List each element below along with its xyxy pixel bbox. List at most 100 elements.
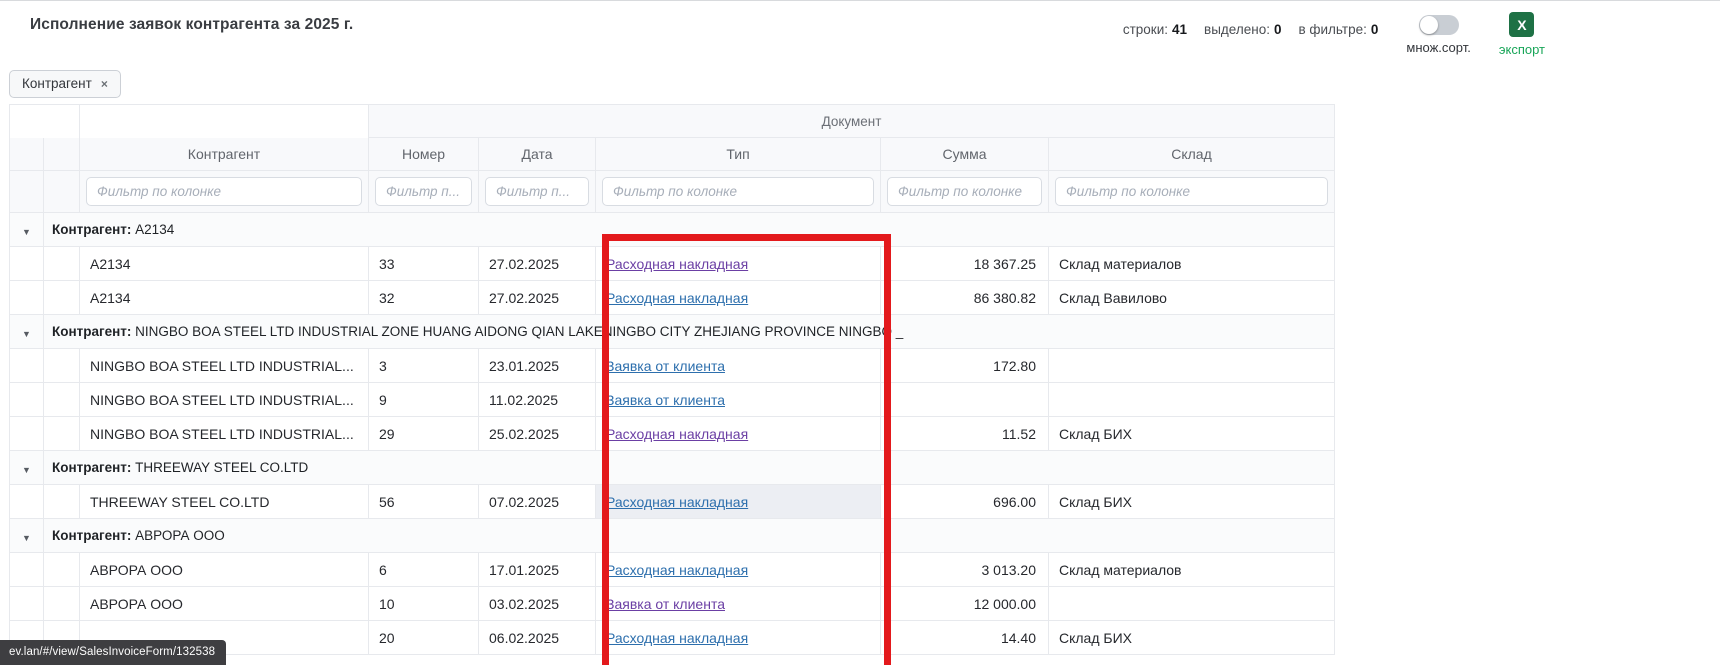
cell-summa: 172.80 <box>881 349 1049 383</box>
cell-nomer: 10 <box>369 587 479 621</box>
column-header-data[interactable]: Дата <box>479 138 596 171</box>
table-row: АВРОРА ООО617.01.2025Расходная накладная… <box>10 553 1335 587</box>
cell-kontragent: THREEWAY STEEL CO.LTD <box>80 485 369 519</box>
row-select-cell[interactable] <box>44 383 80 417</box>
group-label-value: THREEWAY STEEL CO.LTD <box>135 460 308 475</box>
export-label: экспорт <box>1499 42 1545 57</box>
filter-row <box>10 171 1335 213</box>
group-expand-button[interactable]: ▼ <box>10 213 44 247</box>
table-row: THREEWAY STEEL CO.LTD5607.02.2025 Расходн… <box>10 485 1335 519</box>
top-bar: Исполнение заявок контрагента за 2025 г.… <box>0 1 1720 57</box>
cell-nomer: 29 <box>369 417 479 451</box>
row-expand-cell <box>10 485 44 519</box>
cell-tip: Расходная накладная <box>596 247 881 281</box>
document-type-link[interactable]: Расходная накладная <box>606 290 748 306</box>
cell-summa: 86 380.82 <box>881 281 1049 315</box>
document-type-link[interactable]: Расходная накладная <box>606 256 748 272</box>
cell-kontragent: NINGBO BOA STEEL LTD INDUSTRIAL... <box>80 383 369 417</box>
cell-summa: 18 367.25 <box>881 247 1049 281</box>
cell-sklad <box>1049 349 1335 383</box>
toggle-switch-off[interactable] <box>1419 15 1459 35</box>
group-label: Контрагент: A2134 <box>44 213 1335 247</box>
filter-input-sklad[interactable] <box>1055 177 1328 206</box>
cell-nomer: 6 <box>369 553 479 587</box>
row-expand-cell <box>10 247 44 281</box>
close-icon[interactable]: × <box>101 78 108 90</box>
cell-tip: Заявка от клиента <box>596 349 881 383</box>
group-expand-button[interactable]: ▼ <box>10 451 44 485</box>
table-body: ▼Контрагент: A2134A21343327.02.2025Расхо… <box>10 213 1335 655</box>
cell-nomer: 9 <box>369 383 479 417</box>
status-url-tooltip: ev.lan/#/view/SalesInvoiceForm/132538 <box>0 640 226 665</box>
cell-kontragent: NINGBO BOA STEEL LTD INDUSTRIAL... <box>80 349 369 383</box>
table-row: АВРОРА ООО1003.02.2025Заявка от клиента1… <box>10 587 1335 621</box>
cell-summa <box>881 383 1049 417</box>
column-header-tip[interactable]: Тип <box>596 138 881 171</box>
cell-data: 03.02.2025 <box>479 587 596 621</box>
column-header-nomer[interactable]: Номер <box>369 138 479 171</box>
select-all-header[interactable] <box>44 138 80 171</box>
filter-input-data[interactable] <box>485 177 589 206</box>
page-title: Исполнение заявок контрагента за 2025 г. <box>30 16 353 34</box>
cell-nomer: 33 <box>369 247 479 281</box>
group-row: ▼ Контрагент: A2134 <box>10 213 1335 247</box>
export-button[interactable]: X экспорт <box>1499 12 1545 57</box>
row-select-cell[interactable] <box>44 247 80 281</box>
group-row: ▼Контрагент: NINGBO BOA STEEL LTD INDUST… <box>10 315 1335 349</box>
expand-all-header[interactable] <box>10 138 44 171</box>
cell-summa: 14.40 <box>881 621 1049 655</box>
cell-tip: Заявка от клиента <box>596 587 881 621</box>
filter-input-nomer[interactable] <box>375 177 472 206</box>
document-type-link[interactable]: Расходная накладная <box>606 426 748 442</box>
filter-input-summa[interactable] <box>887 177 1042 206</box>
document-type-link[interactable]: Заявка от клиента <box>606 392 725 408</box>
cell-data: 27.02.2025 <box>479 247 596 281</box>
group-label-prefix: Контрагент: <box>52 460 131 475</box>
row-select-cell[interactable] <box>44 417 80 451</box>
row-select-cell[interactable] <box>44 281 80 315</box>
group-label-prefix: Контрагент: <box>52 528 131 543</box>
document-type-link[interactable]: Расходная накладная <box>606 562 748 578</box>
cell-data: 06.02.2025 <box>479 621 596 655</box>
group-label-prefix: Контрагент: <box>52 222 131 237</box>
cell-tip: Заявка от клиента <box>596 383 881 417</box>
toggle-knob <box>1420 16 1438 34</box>
filter-input-kontragent[interactable] <box>86 177 362 206</box>
group-expand-button[interactable]: ▼ <box>10 315 44 349</box>
caret-down-icon: ▼ <box>22 227 31 237</box>
row-select-cell[interactable] <box>44 485 80 519</box>
row-select-cell[interactable] <box>44 349 80 383</box>
row-select-cell[interactable] <box>44 553 80 587</box>
group-expand-button[interactable]: ▼ <box>10 519 44 553</box>
caret-down-icon: ▼ <box>22 329 31 339</box>
column-header-kontragent[interactable]: Контрагент <box>80 138 369 171</box>
filter-chip-kontragent[interactable]: Контрагент × <box>9 70 121 98</box>
column-header-sklad[interactable]: Склад <box>1049 138 1335 171</box>
group-label: Контрагент: АВРОРА ООО <box>44 519 1335 553</box>
row-select-cell[interactable] <box>44 587 80 621</box>
row-expand-cell <box>10 587 44 621</box>
cell-kontragent: АВРОРА ООО <box>80 587 369 621</box>
filter-input-tip[interactable] <box>602 177 874 206</box>
cell-nomer: 56 <box>369 485 479 519</box>
cell-sklad: Склад БИХ <box>1049 485 1335 519</box>
cell-data: 11.02.2025 <box>479 383 596 417</box>
column-header-summa[interactable]: Сумма <box>881 138 1049 171</box>
multi-sort-toggle[interactable]: множ.сорт. <box>1406 12 1470 55</box>
group-header-row: Документ <box>10 105 1335 138</box>
table-row: A21343327.02.2025Расходная накладная18 3… <box>10 247 1335 281</box>
cell-data: 07.02.2025 <box>479 485 596 519</box>
document-type-link[interactable]: Заявка от клиента <box>606 596 725 612</box>
cell-sklad: Склад Вавилово <box>1049 281 1335 315</box>
cell-summa: 3 013.20 <box>881 553 1049 587</box>
header-spacer <box>80 105 369 138</box>
cell-nomer: 3 <box>369 349 479 383</box>
document-type-link[interactable]: Расходная накладная <box>606 494 748 510</box>
cell-kontragent: NINGBO BOA STEEL LTD INDUSTRIAL... <box>80 417 369 451</box>
column-header-row: Контрагент Номер Дата Тип Сумма Склад <box>10 138 1335 171</box>
document-type-link[interactable]: Расходная накладная <box>606 630 748 646</box>
app-window: Исполнение заявок контрагента за 2025 г.… <box>0 0 1720 665</box>
cell-sklad: Склад БИХ <box>1049 621 1335 655</box>
caret-down-icon: ▼ <box>22 465 31 475</box>
document-type-link[interactable]: Заявка от клиента <box>606 358 725 374</box>
